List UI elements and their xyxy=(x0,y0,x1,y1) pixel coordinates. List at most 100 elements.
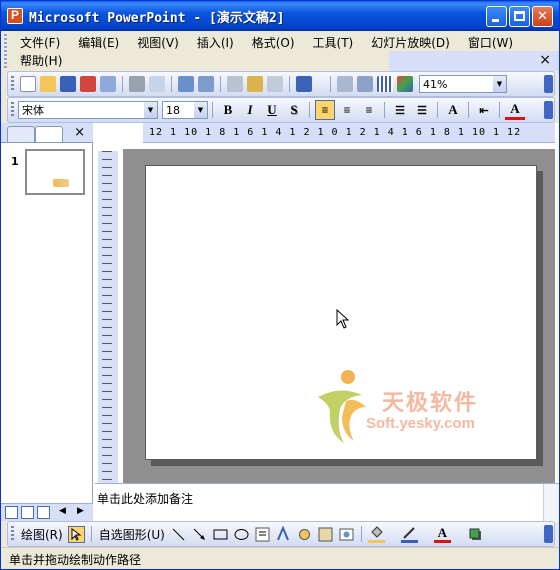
shadow-style-button[interactable] xyxy=(467,526,484,543)
document-close-icon[interactable]: × xyxy=(539,53,551,67)
align-left-button[interactable]: ≡ xyxy=(315,100,335,120)
toolbar-options-icon[interactable] xyxy=(544,525,553,543)
menu-insert[interactable]: 插入(I) xyxy=(188,34,243,52)
tab-outline[interactable] xyxy=(7,126,35,142)
shadow-button[interactable]: S xyxy=(284,100,304,120)
normal-view-button[interactable] xyxy=(5,506,18,519)
align-center-button[interactable]: ≡ xyxy=(337,100,357,120)
print-preview-icon[interactable] xyxy=(149,76,165,92)
undo-dropdown-icon[interactable] xyxy=(316,76,324,92)
underline-button[interactable]: U xyxy=(262,100,282,120)
formatting-toolbar-grip[interactable] xyxy=(11,102,14,118)
print-icon[interactable] xyxy=(129,76,145,92)
toolbar-separator xyxy=(90,526,92,542)
chevron-down-icon[interactable]: ▼ xyxy=(493,76,506,92)
email-icon[interactable] xyxy=(100,76,116,92)
menu-tools[interactable]: 工具(T) xyxy=(304,34,363,52)
font-color-button[interactable]: A xyxy=(505,100,525,120)
maximize-button[interactable] xyxy=(509,6,530,27)
chevron-down-icon[interactable]: ▼ xyxy=(144,102,157,118)
slide[interactable]: 天极软件 Soft.yesky.com xyxy=(145,165,537,460)
bold-button[interactable]: B xyxy=(218,100,238,120)
wordart-button[interactable] xyxy=(275,524,292,543)
standard-toolbar-grip[interactable] xyxy=(11,76,14,92)
select-objects-button[interactable] xyxy=(67,525,85,543)
picture-button[interactable] xyxy=(338,526,355,543)
font-color-dropdown-icon[interactable] xyxy=(528,102,536,118)
scroll-right-icon[interactable]: ▶ xyxy=(77,506,90,519)
toolbar-separator xyxy=(499,102,500,118)
grid-icon[interactable] xyxy=(377,76,393,92)
permission-icon[interactable] xyxy=(80,76,96,92)
menu-window[interactable]: 窗口(W) xyxy=(459,34,522,52)
clipart-button[interactable] xyxy=(317,526,334,543)
draw-font-color-button[interactable]: A xyxy=(433,525,451,543)
new-icon[interactable] xyxy=(20,76,36,92)
oval-button[interactable] xyxy=(233,526,250,543)
horizontal-ruler[interactable]: 12 1 10 1 8 1 6 1 4 1 2 1 0 1 2 1 4 1 6 … xyxy=(143,123,555,143)
undo-icon[interactable] xyxy=(296,76,312,92)
format-painter-icon[interactable] xyxy=(267,76,283,92)
notes-scrollbar[interactable] xyxy=(543,484,559,522)
line-button[interactable] xyxy=(170,526,187,543)
save-icon[interactable] xyxy=(60,76,76,92)
window-controls: ✕ xyxy=(486,6,553,27)
fill-color-button[interactable] xyxy=(367,525,385,543)
slide-thumbnail[interactable] xyxy=(25,149,85,195)
autoshapes-button[interactable]: 自选图形(U) xyxy=(99,526,165,543)
font-size-combo[interactable]: 18 ▼ xyxy=(162,101,208,119)
color-grayscale-icon[interactable] xyxy=(397,76,413,92)
menu-slideshow[interactable]: 幻灯片放映(D) xyxy=(362,34,459,52)
menu-format[interactable]: 格式(O) xyxy=(243,34,304,52)
scroll-left-icon[interactable]: ◀ xyxy=(59,506,72,519)
draw-menu-button[interactable]: 绘图(R) xyxy=(21,526,63,543)
notes-placeholder[interactable]: 单击此处添加备注 xyxy=(97,490,193,507)
italic-button[interactable]: I xyxy=(240,100,260,120)
line-color-dropdown-icon[interactable] xyxy=(422,526,430,543)
slide-sorter-view-button[interactable] xyxy=(21,506,34,519)
diagram-button[interactable] xyxy=(296,526,313,543)
decrease-indent-button[interactable]: ⇤ xyxy=(474,100,494,120)
notes-pane[interactable]: 单击此处添加备注 xyxy=(95,483,559,522)
title-bar[interactable]: Microsoft PowerPoint - [演示文稿2] ✕ xyxy=(1,1,559,31)
font-combo[interactable]: 宋体 ▼ xyxy=(18,101,158,119)
vertical-ruler[interactable] xyxy=(98,151,118,491)
textbox-button[interactable] xyxy=(254,526,271,543)
open-icon[interactable] xyxy=(40,76,56,92)
menu-view[interactable]: 视图(V) xyxy=(128,34,188,52)
minimize-button[interactable] xyxy=(486,6,507,27)
toolbar-separator xyxy=(437,102,438,118)
cut-icon[interactable] xyxy=(227,76,243,92)
zoom-combo[interactable]: 41% ▼ xyxy=(419,75,507,93)
show-formatting-icon[interactable] xyxy=(357,76,373,92)
menu-file[interactable]: 文件(F) xyxy=(11,34,69,52)
font-value: 宋体 xyxy=(22,104,44,117)
pane-close-icon[interactable]: × xyxy=(74,125,85,140)
line-color-button[interactable] xyxy=(400,526,418,543)
close-button[interactable]: ✕ xyxy=(532,6,553,27)
align-right-button[interactable]: ≡ xyxy=(359,100,379,120)
spelling-icon[interactable] xyxy=(178,76,194,92)
toolbar-options-icon[interactable] xyxy=(544,101,553,119)
expand-all-icon[interactable] xyxy=(337,76,353,92)
menu-edit[interactable]: 编辑(E) xyxy=(69,34,128,52)
research-icon[interactable] xyxy=(198,76,214,92)
tab-slides[interactable] xyxy=(35,126,63,142)
slideshow-view-button[interactable] xyxy=(37,506,50,519)
chevron-down-icon[interactable]: ▼ xyxy=(194,102,207,118)
menu-grip[interactable] xyxy=(4,34,7,68)
close-icon: ✕ xyxy=(537,9,548,24)
mouse-cursor-icon xyxy=(336,309,350,329)
bullets-button[interactable]: ☰ xyxy=(412,100,432,120)
numbering-button[interactable]: ☰ xyxy=(390,100,410,120)
fill-color-dropdown-icon[interactable] xyxy=(389,526,397,543)
draw-font-color-dropdown-icon[interactable] xyxy=(455,526,463,543)
grow-font-button[interactable]: A xyxy=(443,100,463,120)
rectangle-button[interactable] xyxy=(212,526,229,543)
paste-icon[interactable] xyxy=(247,76,263,92)
powerpoint-icon[interactable] xyxy=(7,8,23,24)
toolbar-options-icon[interactable] xyxy=(544,75,553,93)
drawing-toolbar-grip[interactable] xyxy=(11,526,14,542)
menu-help[interactable]: 帮助(H) xyxy=(11,52,71,70)
arrow-button[interactable] xyxy=(191,526,208,543)
